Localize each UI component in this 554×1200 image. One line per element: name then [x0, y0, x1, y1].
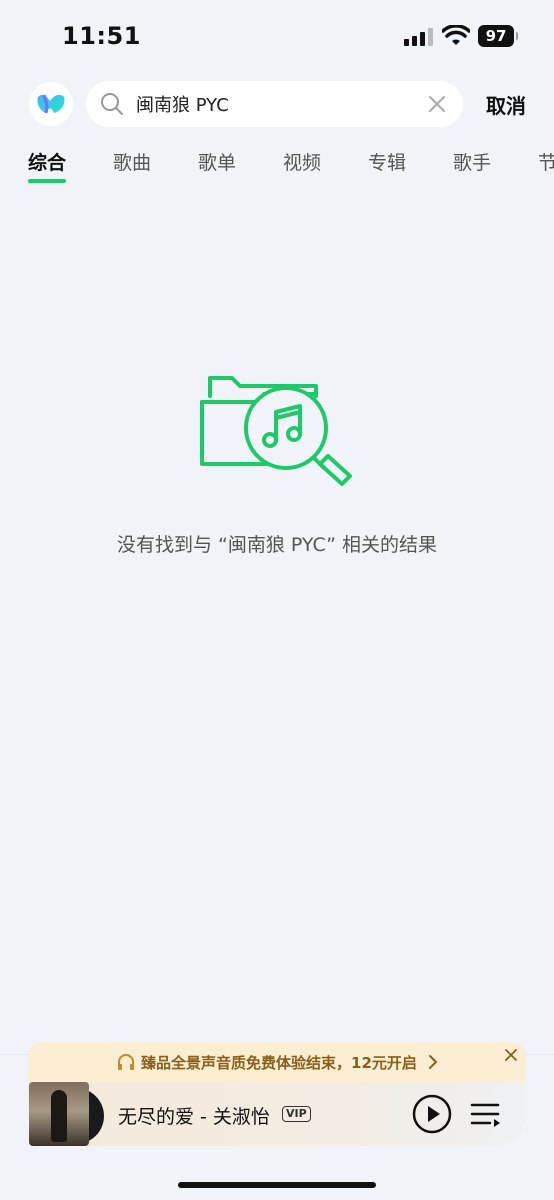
tab-songs[interactable]: 歌曲	[113, 148, 151, 188]
play-button[interactable]	[412, 1094, 452, 1134]
status-time: 11:51	[62, 22, 141, 50]
cellular-signal-icon	[404, 28, 433, 46]
clear-icon[interactable]	[426, 93, 448, 115]
app-logo-icon	[37, 94, 65, 114]
vip-badge: VIP	[282, 1106, 311, 1122]
tab-albums[interactable]: 专辑	[368, 148, 406, 188]
tab-playlists[interactable]: 歌单	[198, 148, 236, 188]
home-indicator	[178, 1182, 376, 1188]
status-bar: 11:51 97	[0, 0, 554, 72]
search-icon	[101, 93, 123, 115]
category-tabs: 综合 歌曲 歌单 视频 专辑 歌手 节	[0, 148, 554, 188]
app-logo[interactable]	[29, 82, 73, 126]
promo-banner[interactable]: 臻品全景声音质免费体验结束，12元开启	[28, 1042, 526, 1082]
search-box[interactable]	[86, 81, 463, 127]
search-input[interactable]	[136, 81, 416, 127]
cancel-button[interactable]: 取消	[486, 90, 526, 119]
album-cover-figure	[51, 1090, 67, 1142]
playlist-button[interactable]	[470, 1100, 502, 1128]
wifi-icon	[442, 25, 470, 45]
chevron-right-icon	[429, 1055, 438, 1069]
tab-programs[interactable]: 节	[538, 148, 554, 188]
headphone-icon	[118, 1054, 134, 1070]
search-row: 取消	[0, 80, 554, 128]
tab-videos[interactable]: 视频	[283, 148, 321, 188]
battery-level: 97	[478, 25, 518, 47]
mini-player[interactable]: 无尽的爱 - 关淑怡 VIP	[28, 1082, 526, 1146]
folder-music-search-icon	[200, 376, 352, 486]
close-icon[interactable]	[504, 1048, 518, 1062]
album-cover[interactable]	[29, 1082, 89, 1146]
tab-artists[interactable]: 歌手	[453, 148, 491, 188]
tab-all[interactable]: 综合	[28, 148, 67, 188]
song-title[interactable]: 无尽的爱 - 关淑怡	[118, 1102, 270, 1129]
empty-result-message: 没有找到与 “闽南狼 PYC” 相关的结果	[116, 534, 438, 556]
promo-text: 臻品全景声音质免费体验结束，12元开启	[141, 1054, 417, 1072]
